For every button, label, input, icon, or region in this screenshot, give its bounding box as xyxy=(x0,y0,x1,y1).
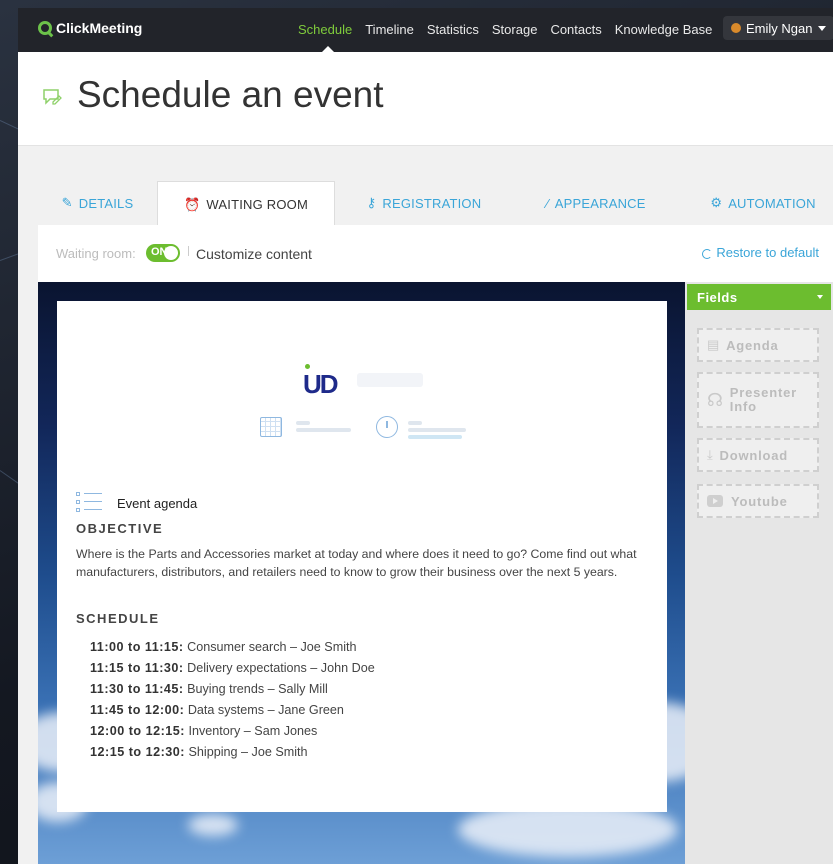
user-name: Emily Ngan xyxy=(746,20,813,36)
alarm-clock-icon: ⏰ xyxy=(184,196,201,212)
agenda-title: Event agenda xyxy=(117,495,198,511)
headset-icon: ☊ xyxy=(707,389,724,410)
field-download[interactable]: ⤓ Download xyxy=(697,438,819,472)
schedule-time: 11:30 to 11:45: xyxy=(90,682,184,696)
user-avatar xyxy=(731,23,741,33)
key-icon: ⚷ xyxy=(366,195,377,210)
field-label: Youtube xyxy=(731,493,788,509)
waiting-room-settings: Waiting room: ON Customize content Resto… xyxy=(38,225,833,283)
fields-panel-header[interactable]: Fields xyxy=(687,284,831,310)
schedule-time: 11:00 to 11:15: xyxy=(90,640,184,654)
chevron-down-icon xyxy=(817,295,823,299)
schedule-item: 11:45 to 12:00: Data systems – Jane Gree… xyxy=(90,700,375,721)
user-menu-button[interactable]: Emily Ngan xyxy=(723,16,833,40)
schedule-item: 11:00 to 11:15: Consumer search – Joe Sm… xyxy=(90,637,375,658)
separator xyxy=(188,246,189,256)
tab-label: WAITING ROOM xyxy=(206,197,308,212)
tab-appearance[interactable]: ⁄ APPEARANCE xyxy=(531,181,661,225)
agenda-icon: ▤ xyxy=(707,337,721,352)
restore-label: Restore to default xyxy=(716,245,819,260)
logo-placeholder xyxy=(357,373,423,387)
time-placeholder-bar xyxy=(408,428,466,432)
schedule-item: 11:30 to 11:45: Buying trends – Sally Mi… xyxy=(90,679,375,700)
toggle-knob xyxy=(164,246,178,260)
schedule-item: 12:00 to 12:15: Inventory – Sam Jones xyxy=(90,721,375,742)
waiting-room-label: Waiting room: xyxy=(56,246,136,261)
agenda-card: UD Event agenda OBJECTIVE Where is the P… xyxy=(57,301,667,812)
field-youtube[interactable]: Youtube xyxy=(697,484,819,518)
main-menu: Schedule Timeline Statistics Storage Con… xyxy=(298,22,725,37)
schedule-item: 11:15 to 11:30: Delivery expectations – … xyxy=(90,658,375,679)
time-placeholder-bar xyxy=(408,435,462,439)
top-navigation: ClickMeeting Schedule Timeline Statistic… xyxy=(18,8,833,52)
time-placeholder-bar xyxy=(408,421,422,425)
tab-label: DETAILS xyxy=(78,195,134,211)
schedule-desc: Shipping – Joe Smith xyxy=(188,745,308,759)
tab-details[interactable]: ✎ DETAILS xyxy=(38,181,157,225)
gear-icon: ⚙ xyxy=(710,195,723,210)
pencil-icon: ✎ xyxy=(61,195,73,210)
date-placeholder-bar xyxy=(296,421,310,425)
nav-contacts[interactable]: Contacts xyxy=(550,22,601,37)
fields-title: Fields xyxy=(697,290,738,305)
objective-text: Where is the Parts and Accessories marke… xyxy=(76,547,637,579)
schedule-time: 11:15 to 11:30: xyxy=(90,661,184,675)
schedule-time: 12:15 to 12:30: xyxy=(90,745,185,759)
logo-mark-icon xyxy=(38,21,52,35)
brush-icon: ⁄ xyxy=(546,195,549,211)
tab-automation[interactable]: ⚙ AUTOMATION xyxy=(698,181,828,225)
fields-panel: Fields ▤ Agenda ☊ Presenter Info ⤓ Downl… xyxy=(685,282,833,864)
page-title: Schedule an event xyxy=(77,74,384,115)
schedule-desc: Inventory – Sam Jones xyxy=(188,724,318,738)
logo-text: ClickMeeting xyxy=(56,20,143,36)
field-agenda[interactable]: ▤ Agenda xyxy=(697,328,819,362)
field-label: Download xyxy=(719,447,789,463)
schedule-list: 11:00 to 11:15: Consumer search – Joe Sm… xyxy=(90,637,375,763)
clock-icon xyxy=(376,416,398,438)
download-icon: ⤓ xyxy=(707,447,714,462)
tab-label: AUTOMATION xyxy=(728,195,816,211)
chevron-down-icon xyxy=(818,25,827,31)
waiting-room-preview: UD Event agenda OBJECTIVE Where is the P… xyxy=(38,282,685,864)
schedule-heading: SCHEDULE xyxy=(76,611,160,626)
app-window: ClickMeeting Schedule Timeline Statistic… xyxy=(18,8,833,864)
calendar-icon xyxy=(260,417,282,437)
objective-heading: OBJECTIVE xyxy=(76,521,164,536)
chat-edit-icon xyxy=(43,89,62,105)
field-label: Agenda xyxy=(726,337,779,353)
tab-label: REGISTRATION xyxy=(382,195,482,211)
restore-default-link[interactable]: Restore to default xyxy=(702,245,819,260)
date-placeholder-bar xyxy=(296,428,351,432)
tab-waiting-room[interactable]: ⏰ WAITING ROOM xyxy=(157,181,335,227)
nav-knowledge-base[interactable]: Knowledge Base xyxy=(615,22,713,37)
schedule-desc: Data systems – Jane Green xyxy=(187,703,344,717)
nav-timeline[interactable]: Timeline xyxy=(365,22,414,37)
schedule-desc: Buying trends – Sally Mill xyxy=(187,682,328,696)
schedule-desc: Delivery expectations – John Doe xyxy=(187,661,375,675)
nav-statistics[interactable]: Statistics xyxy=(427,22,479,37)
field-presenter-info[interactable]: ☊ Presenter Info xyxy=(697,372,819,428)
restore-icon xyxy=(702,248,713,259)
youtube-icon xyxy=(707,495,723,507)
nav-storage[interactable]: Storage xyxy=(492,22,538,37)
schedule-item: 12:15 to 12:30: Shipping – Joe Smith xyxy=(90,742,375,763)
nav-schedule[interactable]: Schedule xyxy=(298,22,352,37)
agenda-header: Event agenda xyxy=(76,492,197,514)
schedule-time: 12:00 to 12:15: xyxy=(90,724,185,738)
clickmeeting-logo[interactable]: ClickMeeting xyxy=(38,20,142,36)
event-logo: UD xyxy=(303,369,339,399)
event-date-time-row xyxy=(260,414,500,442)
field-label: Presenter Info xyxy=(729,385,797,414)
schedule-desc: Consumer search – Joe Smith xyxy=(187,640,357,654)
background-cloud xyxy=(188,814,238,836)
page-header: Schedule an event xyxy=(18,52,833,146)
waiting-room-toggle[interactable]: ON xyxy=(146,244,180,262)
list-icon xyxy=(76,492,102,514)
schedule-time: 11:45 to 12:00: xyxy=(90,703,185,717)
tab-label: APPEARANCE xyxy=(554,195,646,211)
customize-content-label: Customize content xyxy=(196,246,312,262)
event-tabs: ✎ DETAILS ⏰ WAITING ROOM ⚷ REGISTRATION … xyxy=(38,181,833,227)
tab-registration[interactable]: ⚷ REGISTRATION xyxy=(354,181,494,225)
